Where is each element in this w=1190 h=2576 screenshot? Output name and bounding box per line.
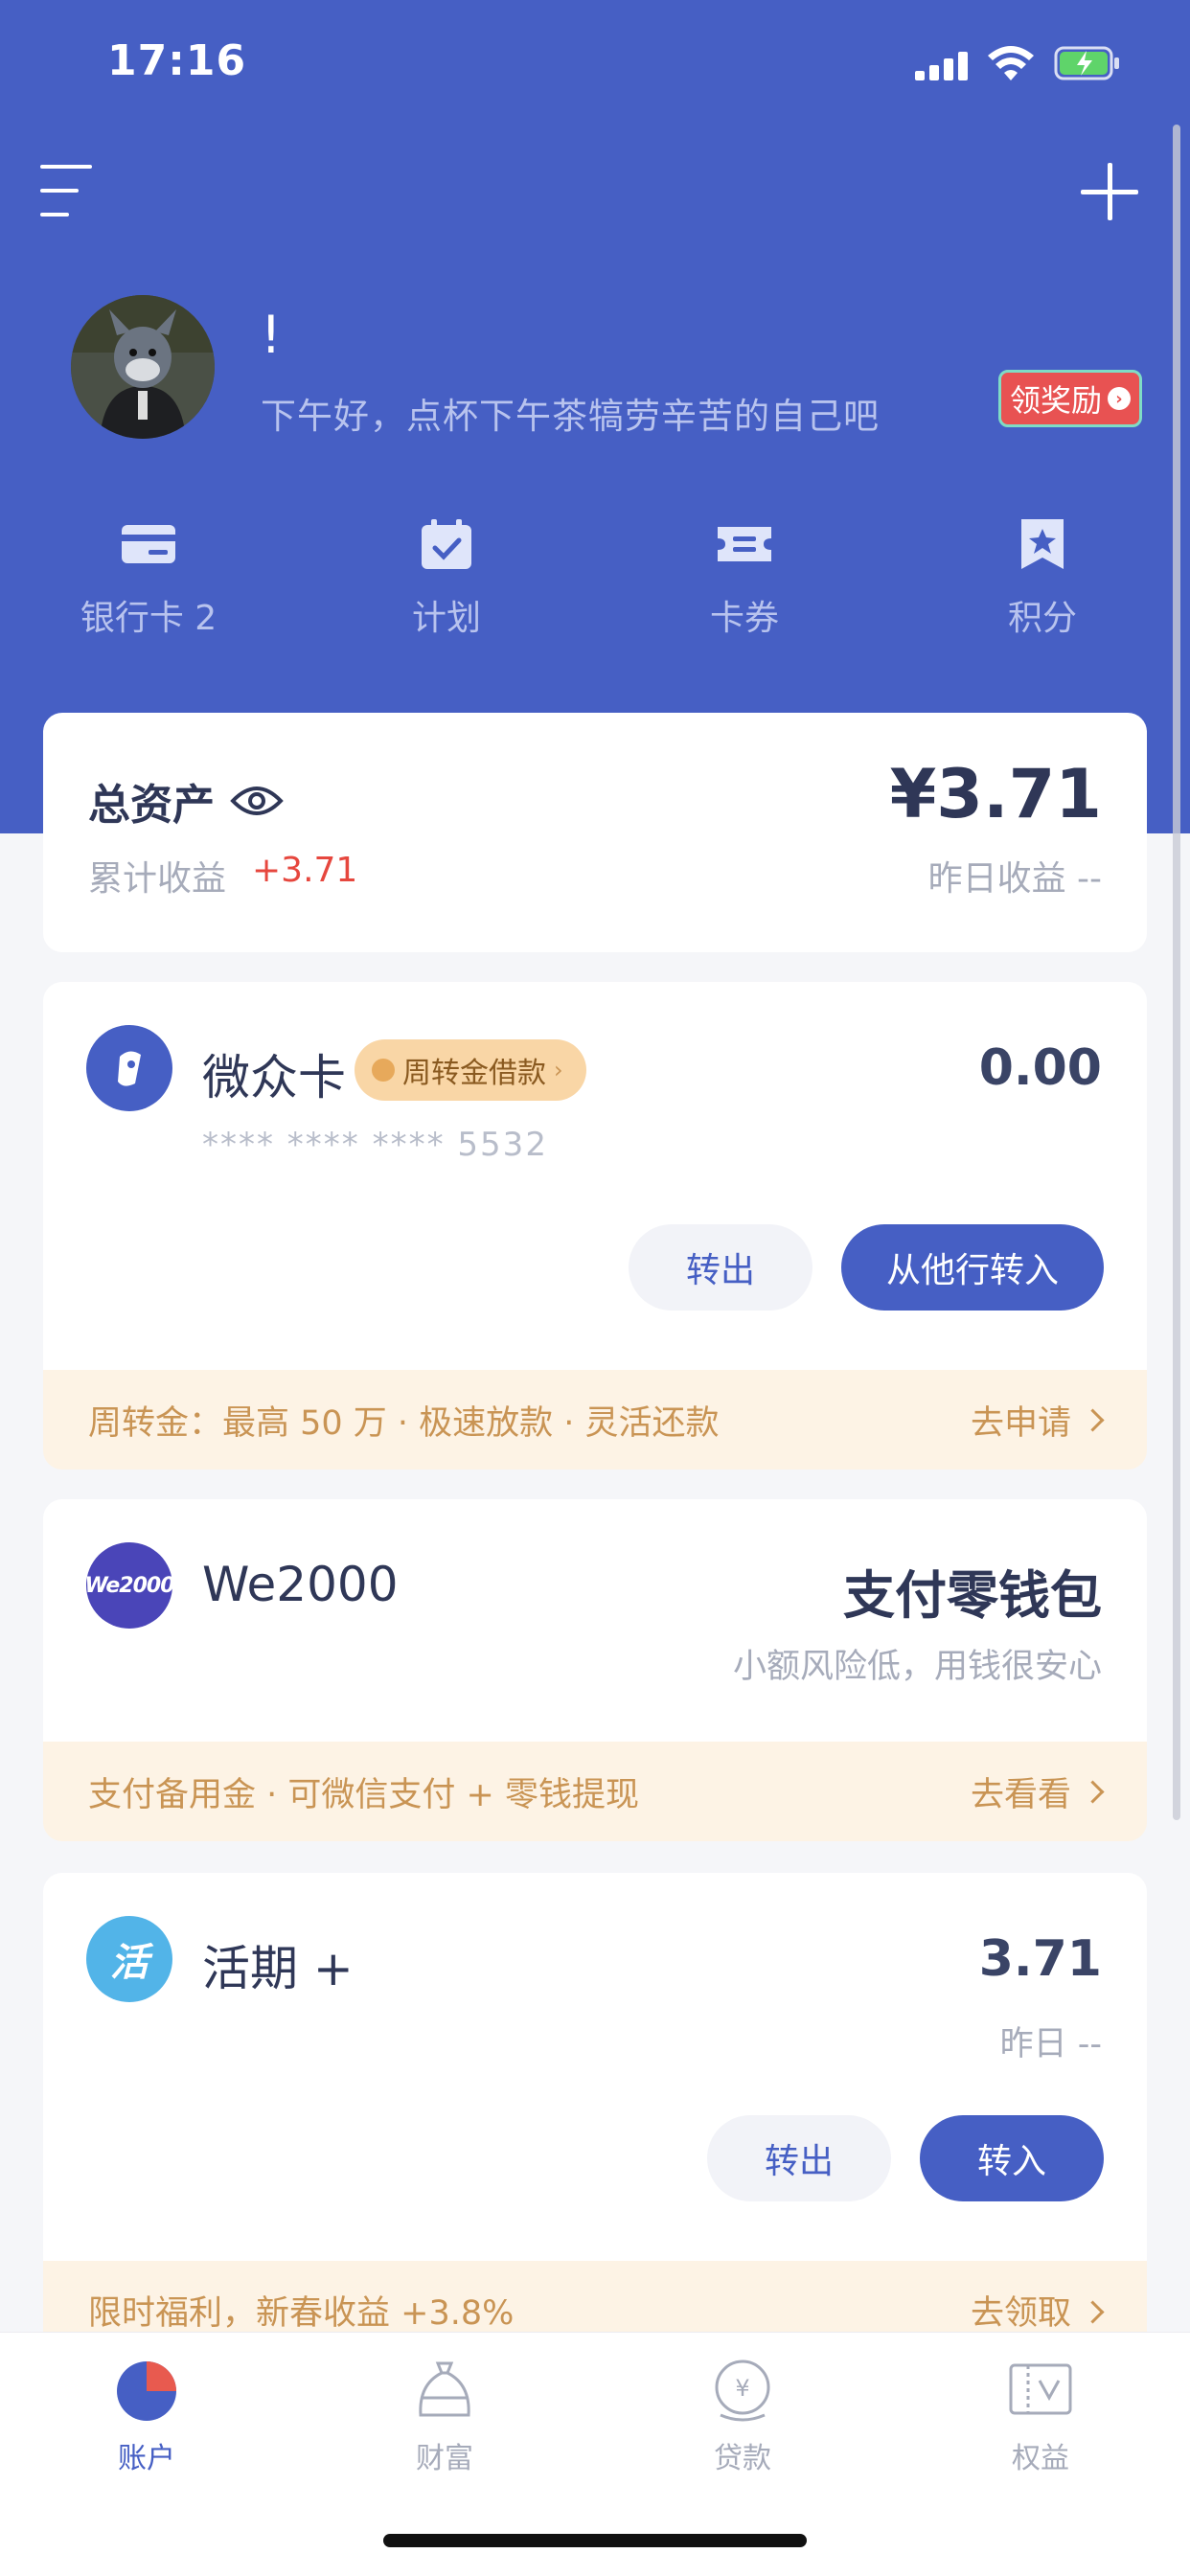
reward-button-label: 领奖励 [1009,382,1102,419]
loan-tag[interactable]: 周转金借款 › [355,1039,586,1101]
scrollbar[interactable] [1173,125,1180,1820]
we2000-subtitle: 小额风险低，用钱很安心 [732,1648,1102,1686]
signal-icon [915,52,969,80]
account-name: 活期 + [202,1941,354,1996]
bookmark-star-icon [1021,519,1064,569]
chevron-right-icon [1081,1407,1105,1432]
huoqi-card[interactable]: 活 活期 + 3.71 昨日 -- 转出 转入 [43,1873,1147,2287]
yuan-coin-icon: ¥ [715,2359,770,2422]
eye-icon[interactable] [230,782,284,820]
tab-wealth[interactable]: 财富 [349,2356,540,2476]
tab-loan[interactable]: ¥ 贷款 [647,2356,838,2476]
promo-text: 周转金：最高 50 万 · 极速放款 · 灵活还款 [88,1403,720,1443]
avatar[interactable] [71,295,215,439]
tab-label: 财富 [416,2442,473,2475]
total-assets-label: 总资产 [88,781,215,830]
menu-icon[interactable] [40,165,92,217]
cumulative-earnings-label: 累计收益 [88,859,227,899]
quick-action-label: 银行卡 2 [80,599,217,638]
yesterday-earnings: 昨日收益 -- [927,859,1102,899]
tab-label: 账户 [118,2442,175,2475]
weizhong-card[interactable]: 微众卡 周转金借款 › 0.00 **** **** **** 5532 转出 … [43,982,1147,1396]
add-icon[interactable] [1081,163,1138,220]
quick-action-label: 计划 [411,599,481,638]
huoqi-promo-bar[interactable]: 限时福利，新春收益 +3.8% 去领取 [43,2261,1147,2335]
tab-label: 贷款 [714,2442,771,2475]
tab-label: 权益 [1012,2442,1069,2475]
quick-action-label: 积分 [1007,599,1077,638]
bank-card-icon [122,525,175,563]
loan-tag-label: 周转金借款 [402,1057,546,1090]
promo-text: 支付备用金 · 可微信支付 + 零钱提现 [88,1775,639,1814]
promo-action[interactable]: 去申请 [970,1396,1105,1445]
tab-benefits[interactable]: 权益 [945,2356,1136,2476]
loan-promo-bar[interactable]: 周转金：最高 50 万 · 极速放款 · 灵活还款 去申请 [43,1370,1147,1470]
ticket-icon [718,527,771,561]
card-number: **** **** **** 5532 [202,1126,548,1164]
voucher-icon [1009,2363,1072,2415]
home-indicator [383,2534,807,2547]
promo-action-label: 去领取 [970,2294,1071,2333]
pie-chart-icon [117,2361,176,2421]
transfer-in-button[interactable]: 转入 [920,2115,1104,2201]
quick-action-plan[interactable]: 计划 [341,517,552,640]
huoqi-logo-icon: 活 [86,1916,172,2002]
we2000-card[interactable]: We2000 We2000 支付零钱包 小额风险低，用钱很安心 [43,1499,1147,1748]
promo-action-label: 去看看 [970,1775,1071,1814]
promo-text: 限时福利，新春收益 +3.8% [88,2294,515,2333]
we2000-logo-icon: We2000 [85,1542,175,1629]
total-assets-title: 总资产 [88,770,284,832]
quick-action-label: 卡券 [709,599,779,638]
account-name: 微众卡 [202,1050,346,1106]
transfer-out-button[interactable]: 转出 [629,1224,812,1311]
calendar-check-icon [422,519,471,569]
weizhong-logo-icon [86,1025,172,1111]
account-balance: 3.71 [978,1930,1102,1988]
promo-action-label: 去申请 [970,1403,1071,1443]
yesterday-earnings: 昨日 -- [999,2025,1102,2063]
total-assets-card[interactable]: 总资产 ¥3.71 累计收益 +3.71 昨日收益 -- [43,713,1147,952]
quick-action-points[interactable]: 积分 [937,517,1148,640]
chevron-right-icon [1081,2300,1105,2324]
wifi-icon [988,46,1034,80]
reward-button[interactable]: 领奖励 › [998,370,1142,427]
account-name: We2000 [202,1557,399,1612]
money-bag-icon [419,2361,470,2417]
battery-icon [1054,46,1119,80]
chevron-right-icon: › [554,1057,563,1083]
chevron-right-icon [1081,1779,1105,1804]
svg-text:¥: ¥ [735,2375,749,2402]
we2000-title: 支付零钱包 [843,1565,1102,1626]
status-bar: 17:16 [0,0,1190,125]
transfer-in-other-bank-button[interactable]: 从他行转入 [841,1224,1104,1311]
promo-action[interactable]: 去领取 [970,2286,1105,2335]
total-assets-amount: ¥3.71 [889,755,1102,833]
chevron-right-icon: › [1108,387,1131,410]
greeting-text: 下午好，点杯下午茶犒劳辛苦的自己吧 [261,396,880,437]
coin-icon [372,1059,395,1082]
promo-action[interactable]: 去看看 [970,1767,1105,1816]
cumulative-earnings-value: +3.71 [252,851,358,890]
quick-action-coupons[interactable]: 卡券 [639,517,850,640]
user-name: ! [261,305,282,365]
tab-account[interactable]: 账户 [51,2356,242,2476]
account-balance: 0.00 [978,1039,1102,1097]
status-time: 17:16 [107,36,247,85]
we2000-promo-bar[interactable]: 支付备用金 · 可微信支付 + 零钱提现 去看看 [43,1742,1147,1841]
transfer-out-button[interactable]: 转出 [707,2115,891,2201]
quick-action-bank-cards[interactable]: 银行卡 2 [43,517,254,640]
